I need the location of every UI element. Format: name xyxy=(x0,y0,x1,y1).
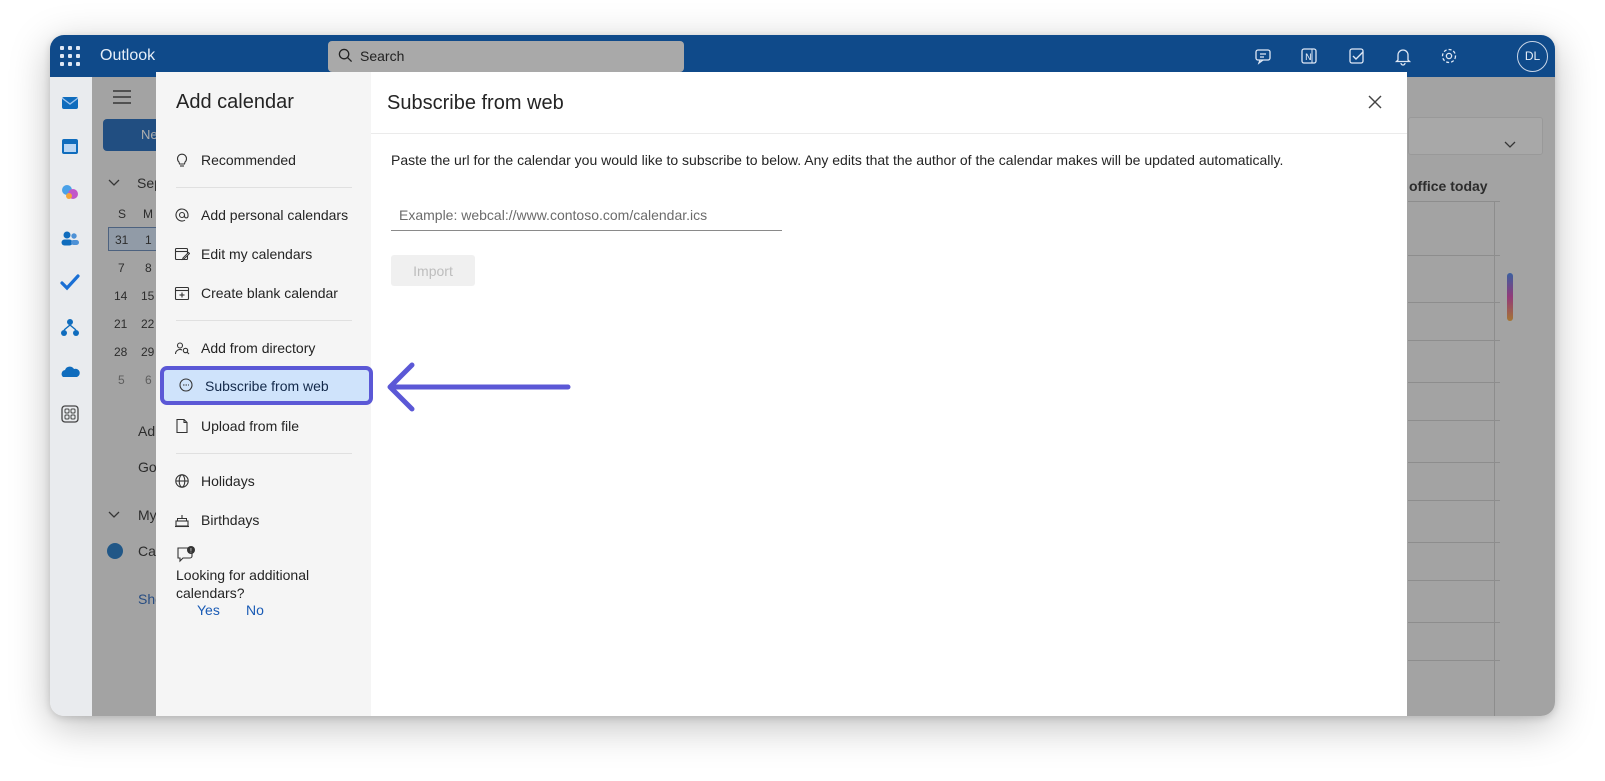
dialog-nav: Add calendar Recommended Add personal ca… xyxy=(156,72,373,716)
panel-description: Paste the url for the calendar you would… xyxy=(391,152,1284,168)
nav-label: Create blank calendar xyxy=(201,285,338,301)
gear-icon[interactable] xyxy=(1439,46,1459,66)
app-launcher-icon[interactable] xyxy=(60,46,80,66)
nav-create-blank-calendar[interactable]: Create blank calendar xyxy=(156,274,371,312)
nav-holidays[interactable]: Holidays xyxy=(156,462,371,500)
top-bar: Outlook Search N DL xyxy=(50,35,1555,77)
app-rail xyxy=(50,77,92,716)
people-icon[interactable] xyxy=(59,227,81,249)
nav-upload-from-file[interactable]: Upload from file xyxy=(156,407,371,445)
web-link-icon xyxy=(179,378,193,392)
cake-icon xyxy=(175,515,189,528)
feedback-no-link[interactable]: No xyxy=(246,602,264,618)
org-explorer-icon[interactable] xyxy=(59,317,81,339)
dialog-title: Add calendar xyxy=(176,91,294,113)
lightbulb-icon xyxy=(176,153,188,167)
to-do-icon[interactable] xyxy=(1347,46,1367,66)
nav-divider xyxy=(176,320,352,321)
nav-edit-my-calendars[interactable]: Edit my calendars xyxy=(156,235,371,273)
globe-icon xyxy=(175,474,189,488)
nav-label: Subscribe from web xyxy=(205,378,329,394)
calendar-add-icon xyxy=(174,286,190,301)
svg-text:N: N xyxy=(1305,53,1312,63)
at-sign-icon xyxy=(175,208,189,222)
copilot-icon[interactable] xyxy=(59,181,81,203)
nav-label: Add from directory xyxy=(201,340,316,356)
nav-add-personal-calendars[interactable]: Add personal calendars xyxy=(156,196,371,234)
todo-check-icon[interactable] xyxy=(59,271,81,293)
calendar-icon[interactable] xyxy=(59,135,81,157)
app-name: Outlook xyxy=(100,47,156,64)
search-box[interactable]: Search xyxy=(328,41,684,72)
edit-calendar-icon xyxy=(174,247,190,261)
meet-now-icon[interactable] xyxy=(1253,46,1273,66)
nav-birthdays[interactable]: Birthdays xyxy=(156,501,371,539)
avatar[interactable]: DL xyxy=(1517,41,1548,72)
nav-label: Recommended xyxy=(201,152,296,168)
search-icon xyxy=(338,48,353,63)
nav-label: Holidays xyxy=(201,473,255,489)
feedback-icon: ! xyxy=(177,546,195,563)
import-button[interactable]: Import xyxy=(391,255,475,286)
file-upload-icon xyxy=(176,418,188,434)
people-search-icon xyxy=(174,342,190,355)
add-calendar-dialog: Add calendar Recommended Add personal ca… xyxy=(156,72,1407,716)
onenote-icon[interactable]: N xyxy=(1299,46,1319,66)
feedback-question: Looking for additional calendars? xyxy=(176,567,310,601)
nav-label: Upload from file xyxy=(201,418,300,434)
nav-recommended[interactable]: Recommended xyxy=(156,141,371,179)
nav-label: Edit my calendars xyxy=(201,246,313,262)
nav-add-from-directory[interactable]: Add from directory xyxy=(156,329,371,367)
nav-label: Add personal calendars xyxy=(201,207,349,223)
header-divider xyxy=(371,133,1407,134)
nav-label: Birthdays xyxy=(201,512,260,528)
bell-icon[interactable] xyxy=(1393,46,1413,66)
feedback-yes-link[interactable]: Yes xyxy=(197,602,220,618)
calendar-url-input[interactable] xyxy=(391,200,782,231)
panel-title: Subscribe from web xyxy=(387,92,564,114)
onedrive-icon[interactable] xyxy=(59,361,81,383)
nav-divider xyxy=(176,453,352,454)
nav-subscribe-from-web[interactable]: Subscribe from web xyxy=(160,366,373,405)
mail-icon[interactable] xyxy=(59,91,81,113)
nav-divider xyxy=(176,187,352,188)
annotation-arrow-icon xyxy=(387,362,571,412)
close-icon[interactable] xyxy=(1368,95,1382,109)
more-apps-icon[interactable] xyxy=(59,403,81,425)
search-label: Search xyxy=(360,48,405,64)
svg-text:!: ! xyxy=(190,548,192,555)
